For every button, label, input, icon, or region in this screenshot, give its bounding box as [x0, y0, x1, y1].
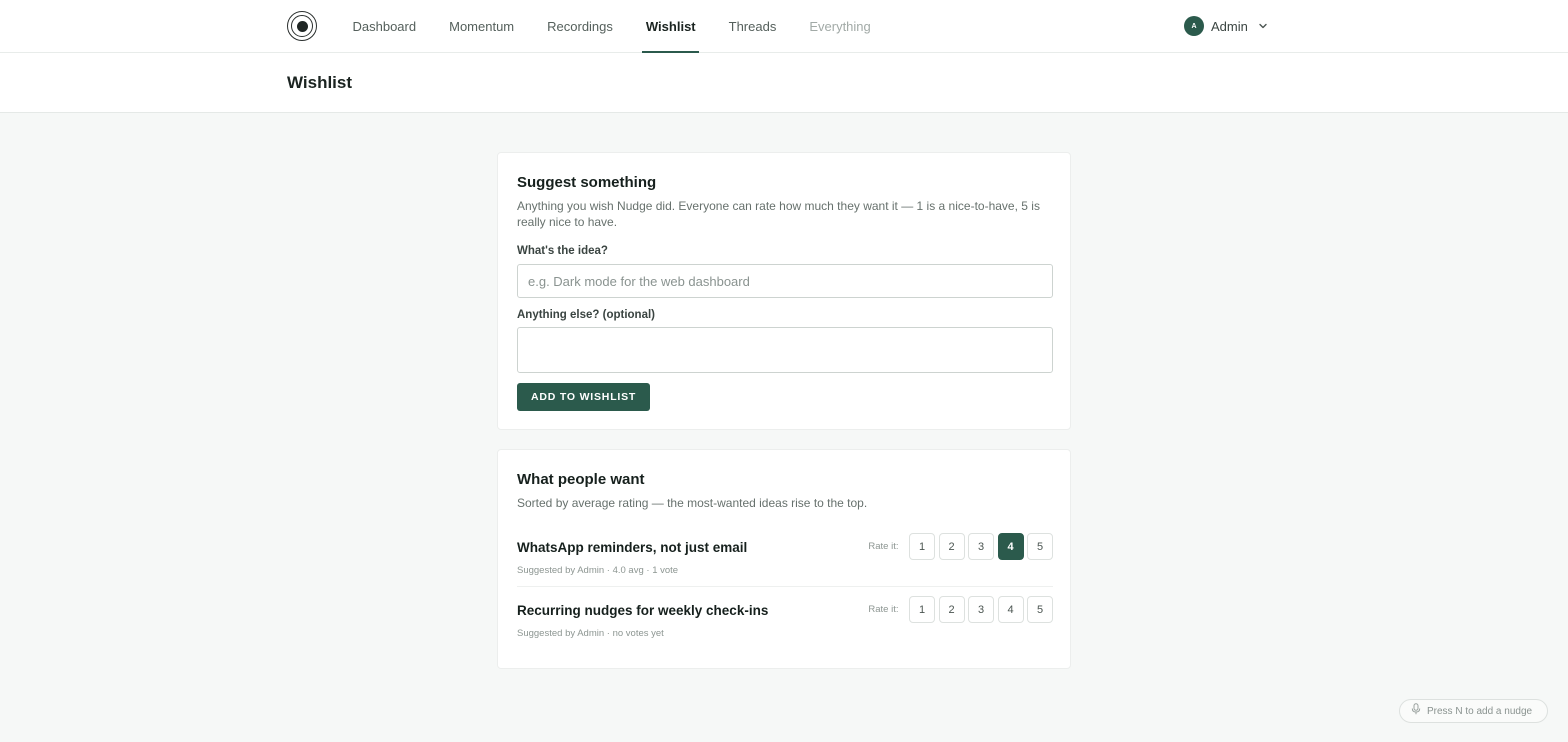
rate-4-button[interactable]: 4 — [997, 533, 1024, 560]
rate-2-button[interactable]: 2 — [938, 596, 965, 623]
rate-5-button[interactable]: 5 — [1027, 533, 1053, 560]
add-to-wishlist-button[interactable]: ADD TO WISHLIST — [517, 383, 651, 411]
list-item: WhatsApp reminders, not just email Sugge… — [517, 533, 1053, 590]
chevron-down-icon — [1258, 21, 1268, 31]
add-nudge-hint[interactable]: Press N to add a nudge — [1399, 699, 1548, 723]
details-textarea[interactable] — [517, 327, 1053, 373]
item-meta: Suggested by Admin · 4.0 avg · 1 vote — [517, 565, 679, 576]
page-title: Wishlist — [287, 73, 353, 92]
divider — [517, 586, 1053, 587]
nav-momentum[interactable]: Momentum — [433, 0, 531, 53]
rate-3-button[interactable]: 3 — [968, 533, 994, 560]
wishlist-description: Sorted by average rating — the most-want… — [517, 496, 868, 510]
nav-threads[interactable]: Threads — [712, 0, 793, 53]
wishlist-title: What people want — [517, 471, 645, 488]
rate-3-button[interactable]: 3 — [968, 596, 994, 623]
main-nav: Dashboard Momentum Recordings Wishlist T… — [336, 0, 887, 53]
wishlist-card: What people want Sorted by average ratin… — [497, 449, 1071, 669]
rate-label: Rate it: — [868, 604, 899, 615]
hint-text: Press N to add a nudge — [1427, 705, 1533, 717]
rating-control: Rate it: 1 2 3 4 5 — [868, 596, 1053, 623]
suggest-card: Suggest something Anything you wish Nudg… — [497, 152, 1071, 430]
list-item: Recurring nudges for weekly check-ins Su… — [517, 596, 1053, 653]
details-label: Anything else? (optional) — [517, 309, 655, 321]
suggest-description: Anything you wish Nudge did. Everyone ca… — [517, 199, 1040, 229]
suggest-title: Suggest something — [517, 174, 657, 191]
nav-dashboard[interactable]: Dashboard — [336, 0, 433, 53]
rate-1-button[interactable]: 1 — [909, 596, 935, 623]
user-name: Admin — [1211, 18, 1248, 34]
microphone-icon — [1411, 702, 1421, 720]
idea-label: What's the idea? — [517, 245, 608, 257]
rate-4-button[interactable]: 4 — [997, 596, 1024, 623]
rating-control: Rate it: 1 2 3 4 5 — [868, 533, 1053, 560]
rate-5-button[interactable]: 5 — [1027, 596, 1053, 623]
nav-everything[interactable]: Everything — [793, 0, 887, 53]
target-logo-icon[interactable] — [287, 11, 317, 41]
nav-recordings[interactable]: Recordings — [531, 0, 630, 53]
top-navigation-bar: Dashboard Momentum Recordings Wishlist T… — [0, 0, 1568, 53]
rate-2-button[interactable]: 2 — [938, 533, 965, 560]
rate-1-button[interactable]: 1 — [909, 533, 935, 560]
user-menu[interactable]: A Admin — [1184, 16, 1268, 36]
rate-label: Rate it: — [868, 541, 899, 552]
idea-input[interactable] — [517, 264, 1053, 298]
avatar: A — [1184, 16, 1204, 36]
item-title: Recurring nudges for weekly check-ins — [517, 603, 769, 618]
page-header: Wishlist — [0, 53, 1568, 113]
item-meta: Suggested by Admin · no votes yet — [517, 628, 664, 639]
nav-wishlist[interactable]: Wishlist — [629, 0, 712, 53]
item-title: WhatsApp reminders, not just email — [517, 540, 748, 555]
